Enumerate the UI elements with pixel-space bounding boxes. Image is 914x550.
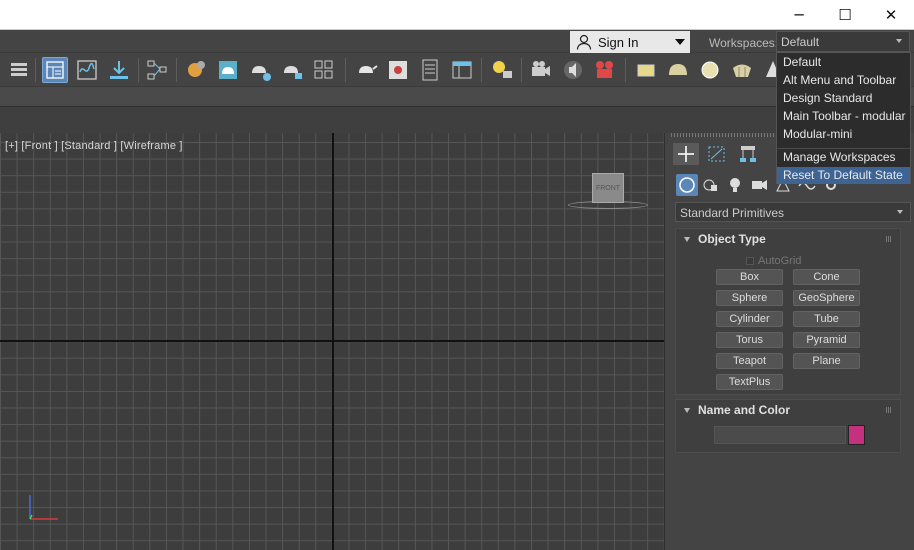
shell-icon[interactable] xyxy=(729,57,755,83)
render-production-icon[interactable] xyxy=(279,57,305,83)
reset-default-state-item[interactable]: Reset To Default State xyxy=(777,167,910,184)
toolbar-separator xyxy=(138,58,139,82)
rollout-grip-icon xyxy=(886,236,892,242)
box-button[interactable]: Box xyxy=(716,269,783,285)
chevron-down-icon[interactable] xyxy=(675,39,685,45)
render-grid-icon[interactable] xyxy=(311,57,337,83)
viewport-axis-horizontal xyxy=(0,340,664,342)
command-panel: Standard Primitives Object Type AutoGrid… xyxy=(664,133,914,550)
shapes-category-icon[interactable] xyxy=(700,174,722,196)
object-type-header[interactable]: Object Type xyxy=(676,229,900,249)
chevron-down-icon xyxy=(896,39,902,43)
workspaces-selected-value: Default xyxy=(781,35,820,49)
sphere-icon[interactable] xyxy=(697,57,723,83)
viewcube[interactable]: FRONT xyxy=(592,173,624,203)
geosphere-button[interactable]: GeoSphere xyxy=(793,290,860,306)
cone-button[interactable]: Cone xyxy=(793,269,860,285)
name-and-color-rollout: Name and Color xyxy=(675,399,901,453)
menu-bar: Sign In Workspaces: Default xyxy=(0,30,914,53)
title-bar: ─ ☐ ✕ xyxy=(0,0,914,30)
viewcube-label: FRONT xyxy=(595,184,621,192)
sign-in-label: Sign In xyxy=(598,34,639,50)
autogrid-label: AutoGrid xyxy=(758,255,802,267)
maximize-icon: ☐ xyxy=(838,6,852,24)
hemisphere-icon[interactable] xyxy=(665,57,691,83)
scene-explorer-button[interactable] xyxy=(42,57,68,83)
checkbox-box[interactable] xyxy=(746,257,754,265)
workspaces-dropdown: Default Alt Menu and Toolbar Design Stan… xyxy=(776,52,911,184)
primitives-category-value: Standard Primitives xyxy=(680,206,785,220)
toolbar-separator xyxy=(481,58,482,82)
front-viewport[interactable]: [+] [Front ] [Standard ] [Wireframe ] FR… xyxy=(0,133,664,550)
workspace-option-design-standard[interactable]: Design Standard xyxy=(777,90,910,107)
sphere-icon xyxy=(679,177,695,193)
object-name-field[interactable] xyxy=(714,426,846,444)
scene-explorer-icon xyxy=(46,61,64,79)
create-tab-icon[interactable] xyxy=(673,143,699,165)
collapse-triangle-icon xyxy=(684,236,690,242)
chevron-down-icon xyxy=(897,210,903,214)
lights-category-icon[interactable] xyxy=(724,174,746,196)
sound-icon[interactable] xyxy=(560,57,586,83)
workspaces-select[interactable]: Default xyxy=(776,31,910,52)
minimize-icon: ─ xyxy=(794,6,804,24)
render-table-icon[interactable] xyxy=(449,57,475,83)
hierarchy-tab-icon[interactable] xyxy=(735,143,761,165)
close-button[interactable]: ✕ xyxy=(868,0,914,30)
object-type-title: Object Type xyxy=(698,232,766,246)
close-icon: ✕ xyxy=(884,6,898,24)
modify-tab-icon[interactable] xyxy=(704,143,730,165)
dope-sheet-icon[interactable] xyxy=(106,57,132,83)
toolbar-separator xyxy=(521,58,522,82)
viewport-label[interactable]: [+] [Front ] [Standard ] [Wireframe ] xyxy=(5,140,183,152)
torus-button[interactable]: Torus xyxy=(716,332,783,348)
textplus-button[interactable]: TextPlus xyxy=(716,374,783,390)
render-list-icon[interactable] xyxy=(417,57,443,83)
maximize-button[interactable]: ☐ xyxy=(822,0,868,30)
tube-button[interactable]: Tube xyxy=(793,311,860,327)
object-type-rollout: Object Type AutoGrid Box Cone Sphere Geo… xyxy=(675,228,901,395)
plane-icon[interactable] xyxy=(633,57,659,83)
rollout-grip-icon xyxy=(886,407,892,413)
minimize-button[interactable]: ─ xyxy=(776,0,822,30)
render-frame-icon[interactable] xyxy=(247,57,273,83)
teapot-icon[interactable] xyxy=(353,57,379,83)
cameras-category-icon[interactable] xyxy=(748,174,770,196)
plane-button[interactable]: Plane xyxy=(793,353,860,369)
workspace-option-alt-menu[interactable]: Alt Menu and Toolbar xyxy=(777,72,910,89)
toolbar-separator xyxy=(625,58,626,82)
object-color-swatch[interactable] xyxy=(848,425,865,445)
sphere-button[interactable]: Sphere xyxy=(716,290,783,306)
workspace-option-default[interactable]: Default xyxy=(777,54,910,71)
toolbar-separator xyxy=(176,58,177,82)
workspace-option-main-toolbar-modular[interactable]: Main Toolbar - modular xyxy=(777,108,910,125)
autogrid-checkbox[interactable]: AutoGrid xyxy=(746,255,801,267)
toolbar-separator xyxy=(35,58,36,82)
person-icon xyxy=(576,34,592,50)
schematic-view-icon[interactable] xyxy=(144,57,170,83)
axis-tripod-icon xyxy=(29,495,58,520)
toolbar-separator xyxy=(345,58,346,82)
name-and-color-title: Name and Color xyxy=(698,403,791,417)
primitives-category-select[interactable]: Standard Primitives xyxy=(675,202,911,222)
name-and-color-header[interactable]: Name and Color xyxy=(676,400,900,420)
layer-explorer-icon[interactable] xyxy=(6,57,32,83)
camera-icon[interactable] xyxy=(528,57,554,83)
collapse-triangle-icon xyxy=(684,407,690,413)
material-editor-icon[interactable] xyxy=(183,57,209,83)
manage-workspaces-item[interactable]: Manage Workspaces xyxy=(777,149,910,166)
geometry-category-button[interactable] xyxy=(676,174,698,196)
workspaces-label: Workspaces: xyxy=(709,36,779,50)
teapot-button[interactable]: Teapot xyxy=(716,353,783,369)
light-lister-icon[interactable] xyxy=(489,57,515,83)
cylinder-button[interactable]: Cylinder xyxy=(716,311,783,327)
sign-in-button[interactable]: Sign In xyxy=(570,31,690,53)
render-setup-icon[interactable] xyxy=(215,57,241,83)
pyramid-button[interactable]: Pyramid xyxy=(793,332,860,348)
render-message-icon[interactable] xyxy=(385,57,411,83)
curve-editor-icon[interactable] xyxy=(74,57,100,83)
record-icon[interactable] xyxy=(592,57,618,83)
workspace-option-modular-mini[interactable]: Modular-mini xyxy=(777,126,910,143)
